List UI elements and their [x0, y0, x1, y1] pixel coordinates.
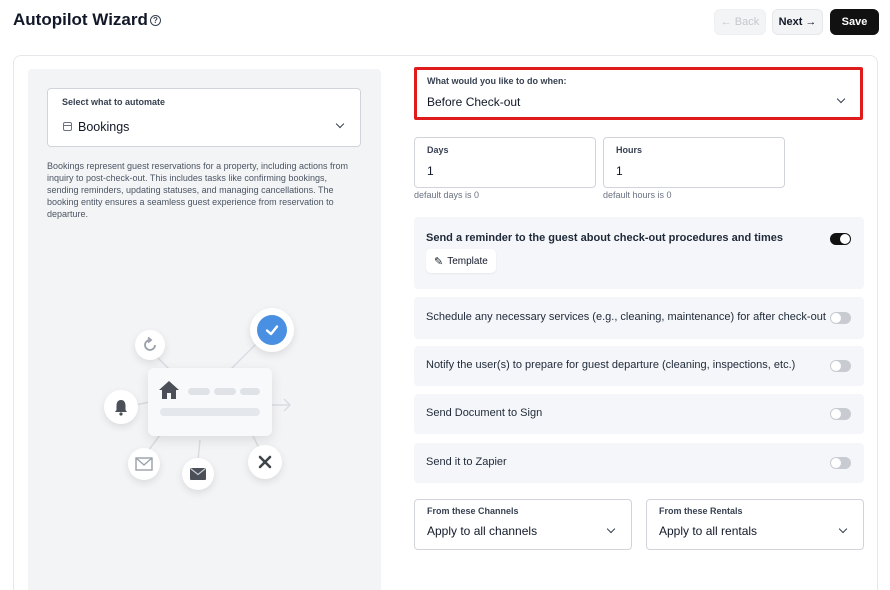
days-value: 1	[427, 164, 434, 178]
pencil-icon: ✎	[434, 255, 444, 268]
hours-field[interactable]: Hours 1	[603, 137, 785, 188]
top-bar: Autopilot Wizard ? ← Back Next → Save	[0, 0, 890, 48]
action-toggle[interactable]	[830, 233, 851, 245]
action-toggle[interactable]	[830, 408, 851, 420]
action-label: Send it to Zapier	[426, 456, 507, 468]
bell-icon	[104, 390, 138, 424]
booking-card-graphic	[148, 368, 272, 436]
chevron-down-icon	[836, 94, 846, 104]
action-label: Send Document to Sign	[426, 407, 543, 419]
action-toggle[interactable]	[830, 312, 851, 324]
action-row-reminder: Send a reminder to the guest about check…	[414, 217, 864, 289]
trigger-select-value: Before Check-out	[427, 95, 521, 109]
chevron-down-icon	[335, 119, 345, 129]
hours-hint: default hours is 0	[603, 190, 672, 200]
action-label: Send a reminder to the guest about check…	[426, 232, 783, 244]
days-label: Days	[427, 145, 449, 155]
close-icon	[248, 445, 282, 479]
next-arrow-icon: →	[805, 16, 817, 28]
action-label: Notify the user(s) to prepare for guest …	[426, 359, 796, 371]
next-button[interactable]: Next →	[772, 9, 823, 35]
rentals-value: Apply to all rentals	[659, 524, 758, 538]
automate-select[interactable]: Select what to automate Bookings	[47, 88, 361, 147]
template-button[interactable]: ✎ Template	[426, 249, 496, 273]
save-button[interactable]: Save	[830, 9, 879, 35]
days-field[interactable]: Days 1	[414, 137, 596, 188]
hours-value: 1	[616, 164, 623, 178]
rentals-label: From these Rentals	[659, 506, 743, 516]
automate-select-value: Bookings	[78, 120, 130, 134]
chevron-down-icon	[838, 524, 848, 534]
action-toggle[interactable]	[830, 457, 851, 469]
days-hint: default days is 0	[414, 190, 480, 200]
back-arrow-icon: ←	[720, 16, 732, 28]
entity-description: Bookings represent guest reservations fo…	[47, 161, 348, 219]
action-row-zapier: Send it to Zapier	[414, 443, 864, 483]
help-icon[interactable]: ?	[150, 15, 161, 26]
refresh-icon	[135, 330, 165, 360]
channels-select[interactable]: From these Channels Apply to all channel…	[414, 499, 632, 550]
booking-illustration	[90, 290, 310, 500]
action-row-document: Send Document to Sign	[414, 394, 864, 434]
back-button[interactable]: ← Back	[714, 9, 766, 35]
trigger-select[interactable]: What would you like to do when: Before C…	[414, 67, 863, 120]
hours-label: Hours	[616, 145, 643, 155]
mail-outline-icon	[128, 448, 160, 480]
action-row-notify: Notify the user(s) to prepare for guest …	[414, 346, 864, 386]
automate-select-label: Select what to automate	[62, 97, 166, 107]
channels-value: Apply to all channels	[427, 524, 538, 538]
page-title: Autopilot Wizard	[13, 10, 148, 29]
home-icon	[159, 381, 179, 399]
rentals-select[interactable]: From these Rentals Apply to all rentals	[646, 499, 864, 550]
trigger-select-label: What would you like to do when:	[427, 76, 567, 86]
action-toggle[interactable]	[830, 360, 851, 372]
action-label: Schedule any necessary services (e.g., c…	[426, 311, 826, 323]
check-icon	[250, 308, 294, 352]
calendar-icon	[63, 122, 72, 131]
action-row-schedule: Schedule any necessary services (e.g., c…	[414, 297, 864, 339]
channels-label: From these Channels	[427, 506, 519, 516]
mail-icon	[182, 458, 214, 490]
chevron-down-icon	[606, 524, 616, 534]
